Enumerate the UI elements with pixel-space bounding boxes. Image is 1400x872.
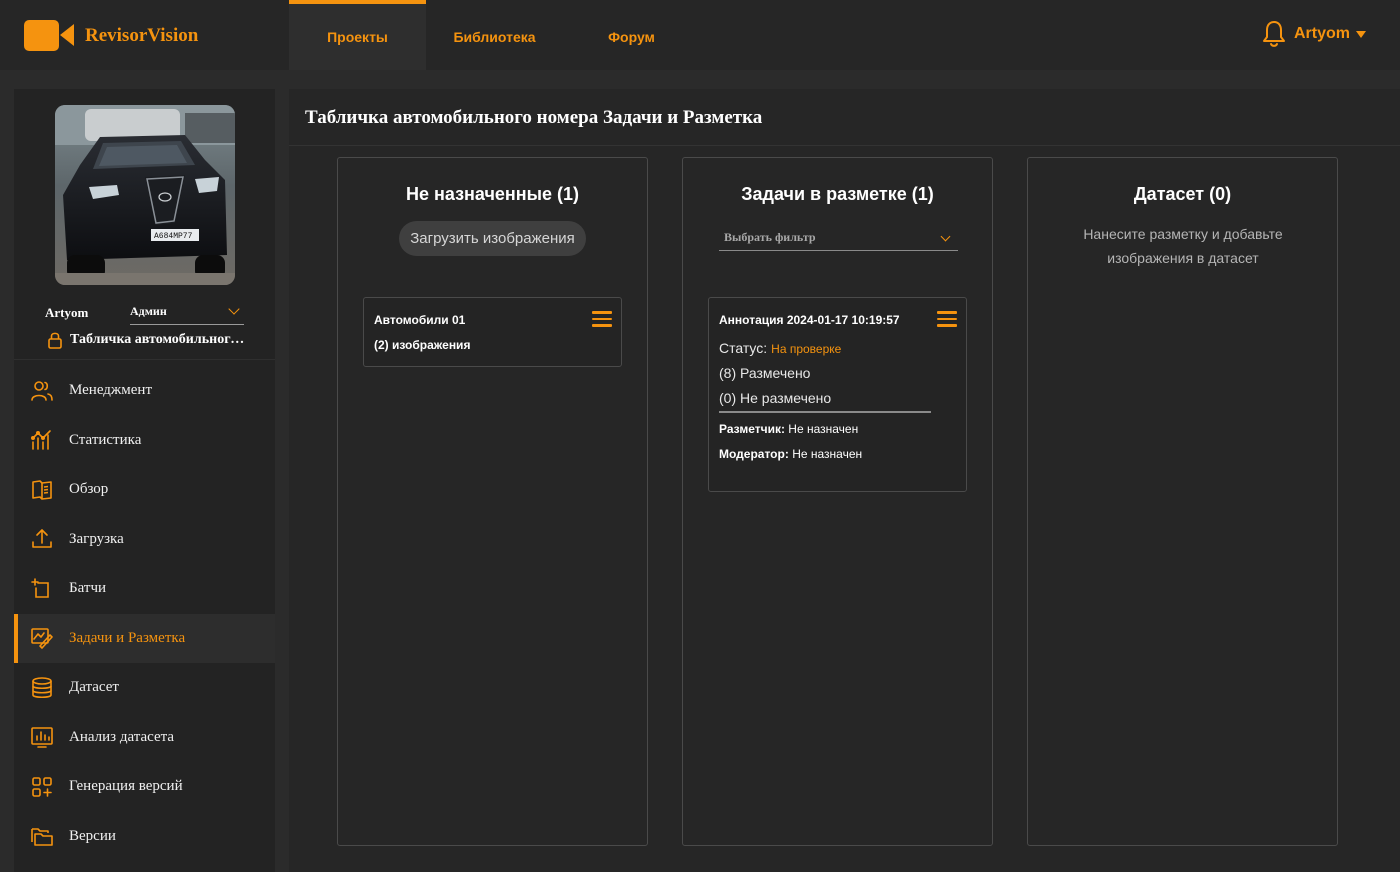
project-name: Табличка автомобильного номера — [70, 332, 250, 347]
filter-select[interactable]: Выбрать фильтр — [719, 228, 958, 251]
license-plate-text: А684МР77 — [154, 232, 193, 241]
card-title: Автомобили 01 — [374, 313, 466, 327]
role-value: Админ — [130, 304, 167, 318]
user-menu[interactable]: Artyom — [1262, 20, 1366, 48]
sidebar-item-label: Загрузка — [69, 530, 124, 547]
sidebar-item-tasks[interactable]: Задачи и Разметка — [14, 613, 275, 663]
column-dataset: Датасет (0) Нанесите разметку и добавьте… — [1027, 157, 1338, 846]
lock-icon — [48, 332, 62, 349]
column-title: Датасет (0) — [1133, 184, 1232, 204]
status-row: Статус: На проверке — [719, 340, 841, 356]
sidebar-item-label: Задачи и Разметка — [69, 629, 186, 646]
filter-placeholder: Выбрать фильтр — [724, 230, 816, 244]
sidebar-item-label: Статистика — [69, 431, 142, 448]
annotation-card[interactable]: Аннотация 2024-01-17 10:19:57 Статус: На … — [708, 297, 967, 492]
annotator-row: Разметчик: Не назначен — [719, 422, 858, 436]
annotator-value: Не назначен — [788, 422, 859, 436]
chevron-down-icon — [228, 303, 240, 315]
book-icon — [32, 479, 52, 500]
column-annotating: Задачи в разметке (1) Выбрать фильтр Анн… — [682, 157, 993, 846]
sidebar: А684МР77 Artyom Админ Табличка автомобил… — [14, 89, 275, 872]
card-title: Аннотация 2024-01-17 10:19:57 — [719, 313, 900, 327]
sidebar-item-management[interactable]: Менеджмент — [14, 366, 275, 416]
upload-icon — [32, 529, 52, 549]
sidebar-item-dataset-analysis[interactable]: Анализ датасета — [14, 713, 275, 763]
folders-icon — [31, 828, 53, 847]
sidebar-item-label: Батчи — [69, 580, 107, 597]
column-unassigned: Не назначенные (1) Загрузить изображения… — [337, 157, 648, 846]
upload-images-button[interactable]: Загрузить изображения — [399, 221, 586, 256]
main-content: Табличка автомобильного номера Задачи и … — [289, 89, 1400, 872]
sidebar-divider — [14, 359, 275, 360]
camera-logo-icon — [24, 20, 74, 51]
annotate-icon — [31, 628, 53, 650]
grid-plus-icon — [32, 776, 52, 797]
sidebar-item-versions[interactable]: Версии — [14, 812, 275, 862]
moderator-value: Не назначен — [792, 447, 863, 461]
empty-message: Нанесите разметку и добавьте изображения… — [1083, 226, 1283, 266]
card-divider — [719, 411, 931, 413]
users-icon — [31, 380, 53, 401]
logo[interactable]: RevisorVision — [24, 20, 198, 51]
top-bar: RevisorVision Проекты Библиотека Форум A… — [0, 0, 1400, 70]
sidebar-item-version-generation[interactable]: Генерация версий — [14, 762, 275, 812]
annotator-label: Разметчик: — [719, 422, 785, 436]
status-label: Статус: — [719, 340, 768, 356]
bell-icon[interactable] — [1262, 20, 1286, 48]
sidebar-item-label: Обзор — [69, 481, 109, 498]
moderator-label: Модератор: — [719, 447, 789, 461]
sidebar-item-statistics[interactable]: Статистика — [14, 416, 275, 466]
column-title: Задачи в разметке (1) — [741, 184, 934, 204]
database-icon — [32, 676, 52, 698]
project-name-row: Табличка автомобильного номера — [47, 330, 262, 350]
batch-icon — [31, 577, 49, 598]
sidebar-item-label: Версии — [69, 827, 116, 844]
user-name[interactable]: Artyom — [1294, 25, 1350, 43]
chevron-down-icon[interactable] — [1356, 30, 1366, 38]
tab-library[interactable]: Библиотека — [426, 0, 563, 70]
sidebar-item-label: Генерация версий — [69, 778, 183, 795]
sidebar-item-label: Анализ датасета — [69, 728, 175, 745]
role-select[interactable]: Админ — [130, 301, 244, 325]
not-annotated-count: (0) Не размечено — [719, 390, 832, 406]
annotated-count: (8) Размечено — [719, 365, 811, 381]
analysis-icon — [31, 727, 53, 749]
tab-forum[interactable]: Форум — [563, 0, 700, 70]
menu-icon[interactable] — [937, 311, 957, 327]
status-badge: На проверке — [771, 342, 842, 356]
app-name: RevisorVision — [85, 24, 199, 46]
sidebar-item-label: Менеджмент — [69, 382, 153, 399]
column-title: Не назначенные (1) — [405, 184, 580, 204]
page-title: Табличка автомобильного номера Задачи и … — [305, 107, 763, 128]
sidebar-item-batches[interactable]: Батчи — [14, 564, 275, 614]
sidebar-item-label: Датасет — [69, 679, 119, 696]
batch-card[interactable]: Автомобили 01 (2) изображения — [363, 297, 622, 367]
sidebar-menu: Менеджмент Статистика Обзор Загрузка Бат… — [14, 366, 275, 861]
sidebar-item-overview[interactable]: Обзор — [14, 465, 275, 515]
project-thumbnail: А684МР77 — [55, 105, 235, 285]
sidebar-item-dataset[interactable]: Датасет — [14, 663, 275, 713]
title-divider — [289, 145, 1400, 146]
sidebar-item-upload[interactable]: Загрузка — [14, 515, 275, 565]
menu-icon[interactable] — [592, 311, 612, 327]
tab-projects[interactable]: Проекты — [289, 0, 426, 70]
stats-icon — [30, 430, 51, 451]
moderator-row: Модератор: Не назначен — [719, 447, 862, 461]
card-image-count: (2) изображения — [374, 338, 471, 352]
chevron-down-icon — [940, 231, 951, 242]
